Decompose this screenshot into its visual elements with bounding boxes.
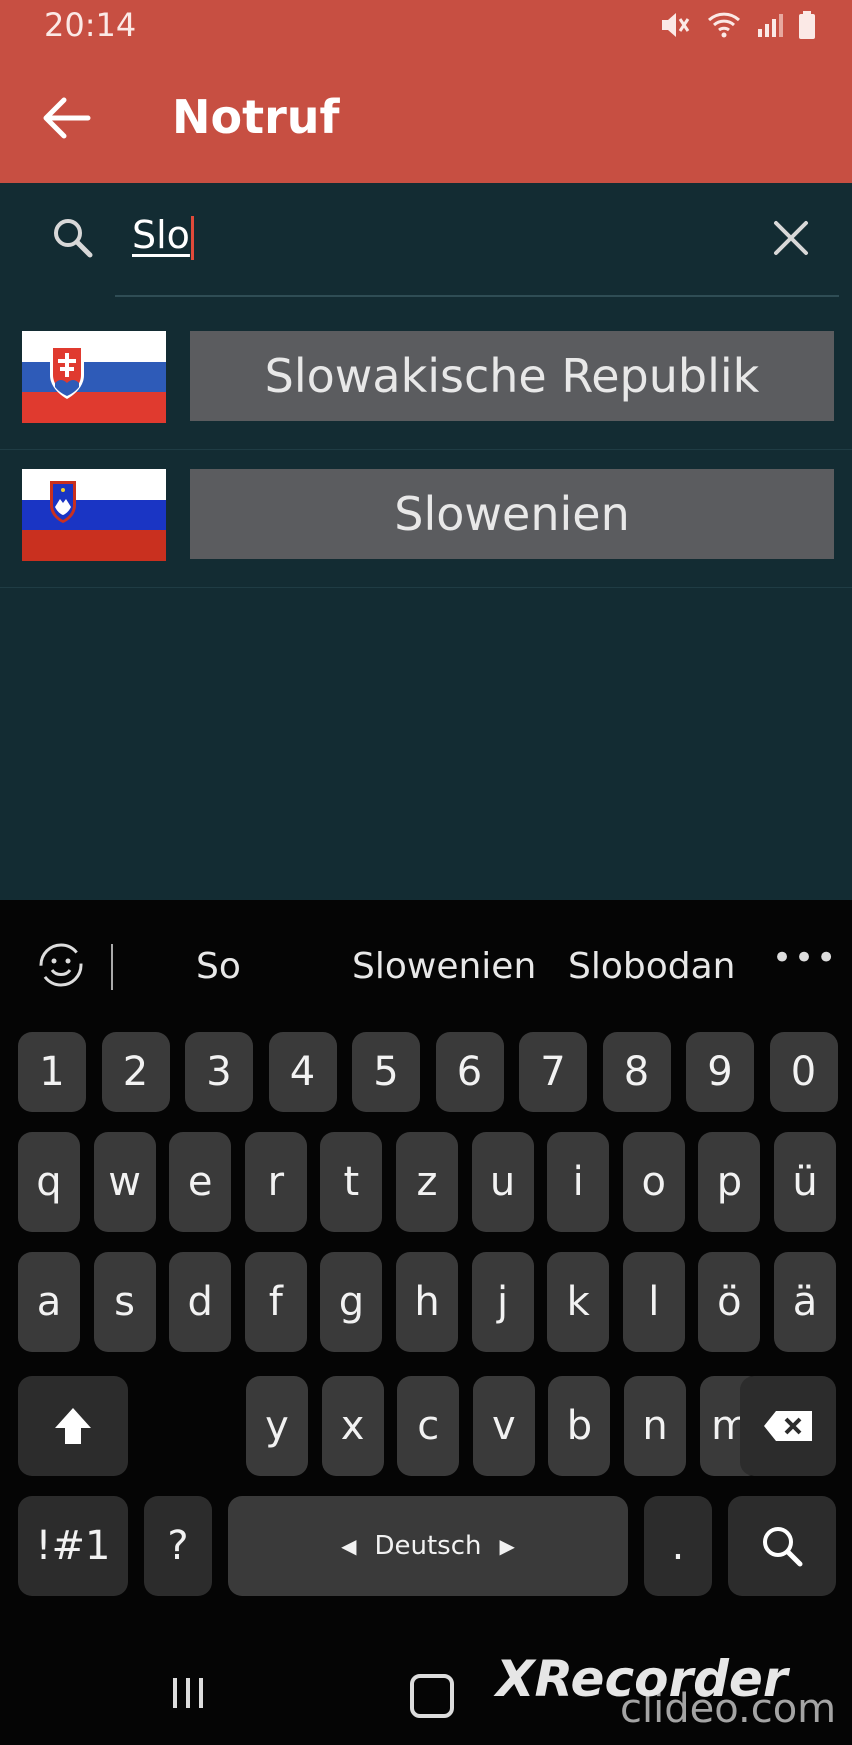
key-i[interactable]: i [547, 1132, 610, 1232]
clear-search-button[interactable] [768, 215, 814, 261]
key-y[interactable]: y [246, 1376, 308, 1476]
more-options-icon[interactable]: ••• [772, 938, 838, 978]
suggestion-3[interactable]: Slobodan [568, 946, 735, 987]
key-c[interactable]: c [397, 1376, 460, 1476]
key-j[interactable]: j [471, 1252, 534, 1352]
search-input[interactable]: Slo [132, 213, 692, 265]
key-o[interactable]: o [622, 1132, 685, 1232]
slovakia-flag-icon[interactable] [22, 331, 166, 423]
suggestion-1[interactable]: So [196, 946, 241, 987]
key-d[interactable]: d [169, 1252, 232, 1352]
key-w[interactable]: w [93, 1132, 156, 1232]
period-key[interactable]: . [644, 1496, 712, 1596]
shift-key[interactable] [18, 1376, 128, 1476]
slovenia-flag-icon[interactable] [22, 469, 166, 561]
search-icon [50, 215, 96, 261]
backspace-icon [764, 1411, 812, 1441]
key-ö[interactable]: ö [698, 1252, 761, 1352]
country-button-slovenia[interactable]: Slowenien [190, 469, 834, 559]
back-button[interactable] [36, 86, 100, 150]
key-n[interactable]: n [624, 1376, 686, 1476]
search-key[interactable] [728, 1496, 836, 1596]
key-u[interactable]: u [471, 1132, 534, 1232]
battery-icon [798, 10, 816, 44]
key-5[interactable]: 5 [352, 1032, 420, 1112]
shift-icon [55, 1408, 91, 1444]
key-q[interactable]: q [18, 1132, 80, 1232]
app-header: 20:14 Notruf [0, 0, 852, 183]
result-row-slovakia: Slowakische Republik [0, 311, 852, 450]
search-icon [763, 1527, 803, 1567]
search-content: Slo Slowakische Republik Slowenien [0, 183, 852, 900]
key-g[interactable]: g [320, 1252, 383, 1352]
status-time: 20:14 [44, 6, 137, 44]
space-key-label: Deutsch [374, 1531, 482, 1561]
chevron-right-icon: ▶ [499, 1534, 515, 1558]
home-button[interactable] [410, 1674, 454, 1718]
key-l[interactable]: l [622, 1252, 685, 1352]
key-2[interactable]: 2 [101, 1032, 170, 1112]
result-row-slovenia: Slowenien [0, 449, 852, 588]
text-caret [190, 215, 194, 260]
key-p[interactable]: p [698, 1132, 761, 1232]
key-h[interactable]: h [396, 1252, 458, 1352]
key-r[interactable]: r [244, 1132, 307, 1232]
chevron-left-icon: ◀ [341, 1534, 357, 1558]
mute-icon [658, 10, 692, 44]
key-4[interactable]: 4 [268, 1032, 337, 1112]
status-icons [658, 10, 816, 44]
key-a[interactable]: a [18, 1252, 80, 1352]
space-key[interactable]: ◀ Deutsch ▶ [228, 1496, 628, 1596]
key-b[interactable]: b [548, 1376, 611, 1476]
suggestion-bar: So Slowenien Slobodan ••• [0, 900, 852, 1030]
key-3[interactable]: 3 [185, 1032, 253, 1112]
backspace-key[interactable] [740, 1376, 836, 1476]
key-x[interactable]: x [321, 1376, 384, 1476]
system-nav-bar: XRecorder clideo.com [0, 1640, 852, 1745]
key-e[interactable]: e [169, 1132, 232, 1232]
key-v[interactable]: v [472, 1376, 535, 1476]
close-icon [774, 221, 808, 255]
recent-apps-icon [173, 1678, 203, 1708]
question-key[interactable]: ? [144, 1496, 212, 1596]
suggestion-2[interactable]: Slowenien [352, 946, 536, 987]
search-underline [115, 295, 839, 297]
key-0[interactable]: 0 [769, 1032, 838, 1112]
key-z[interactable]: z [396, 1132, 458, 1232]
key-9[interactable]: 9 [686, 1032, 754, 1112]
keyboard: So Slowenien Slobodan ••• 1234567890 qwer… [0, 900, 852, 1640]
key-k[interactable]: k [547, 1252, 610, 1352]
key-8[interactable]: 8 [602, 1032, 671, 1112]
symbols-key[interactable]: !#1 [18, 1496, 128, 1596]
key-7[interactable]: 7 [519, 1032, 587, 1112]
recent-apps-button[interactable] [170, 1676, 206, 1714]
key-ä[interactable]: ä [774, 1252, 836, 1352]
key-6[interactable]: 6 [435, 1032, 504, 1112]
key-f[interactable]: f [244, 1252, 307, 1352]
key-s[interactable]: s [93, 1252, 156, 1352]
key-1[interactable]: 1 [18, 1032, 86, 1112]
suggestion-divider [111, 944, 113, 990]
country-button-slovakia[interactable]: Slowakische Republik [190, 331, 834, 421]
key-ü[interactable]: ü [774, 1132, 836, 1232]
search-input-value: Slo [132, 213, 190, 257]
key-t[interactable]: t [320, 1132, 383, 1232]
signal-icon [756, 11, 784, 43]
page-title: Notruf [172, 90, 340, 144]
watermark-clideo: clideo.com [620, 1686, 837, 1732]
arrow-left-icon [43, 97, 91, 139]
emoji-sync-icon[interactable] [34, 938, 88, 992]
wifi-icon [706, 10, 742, 44]
